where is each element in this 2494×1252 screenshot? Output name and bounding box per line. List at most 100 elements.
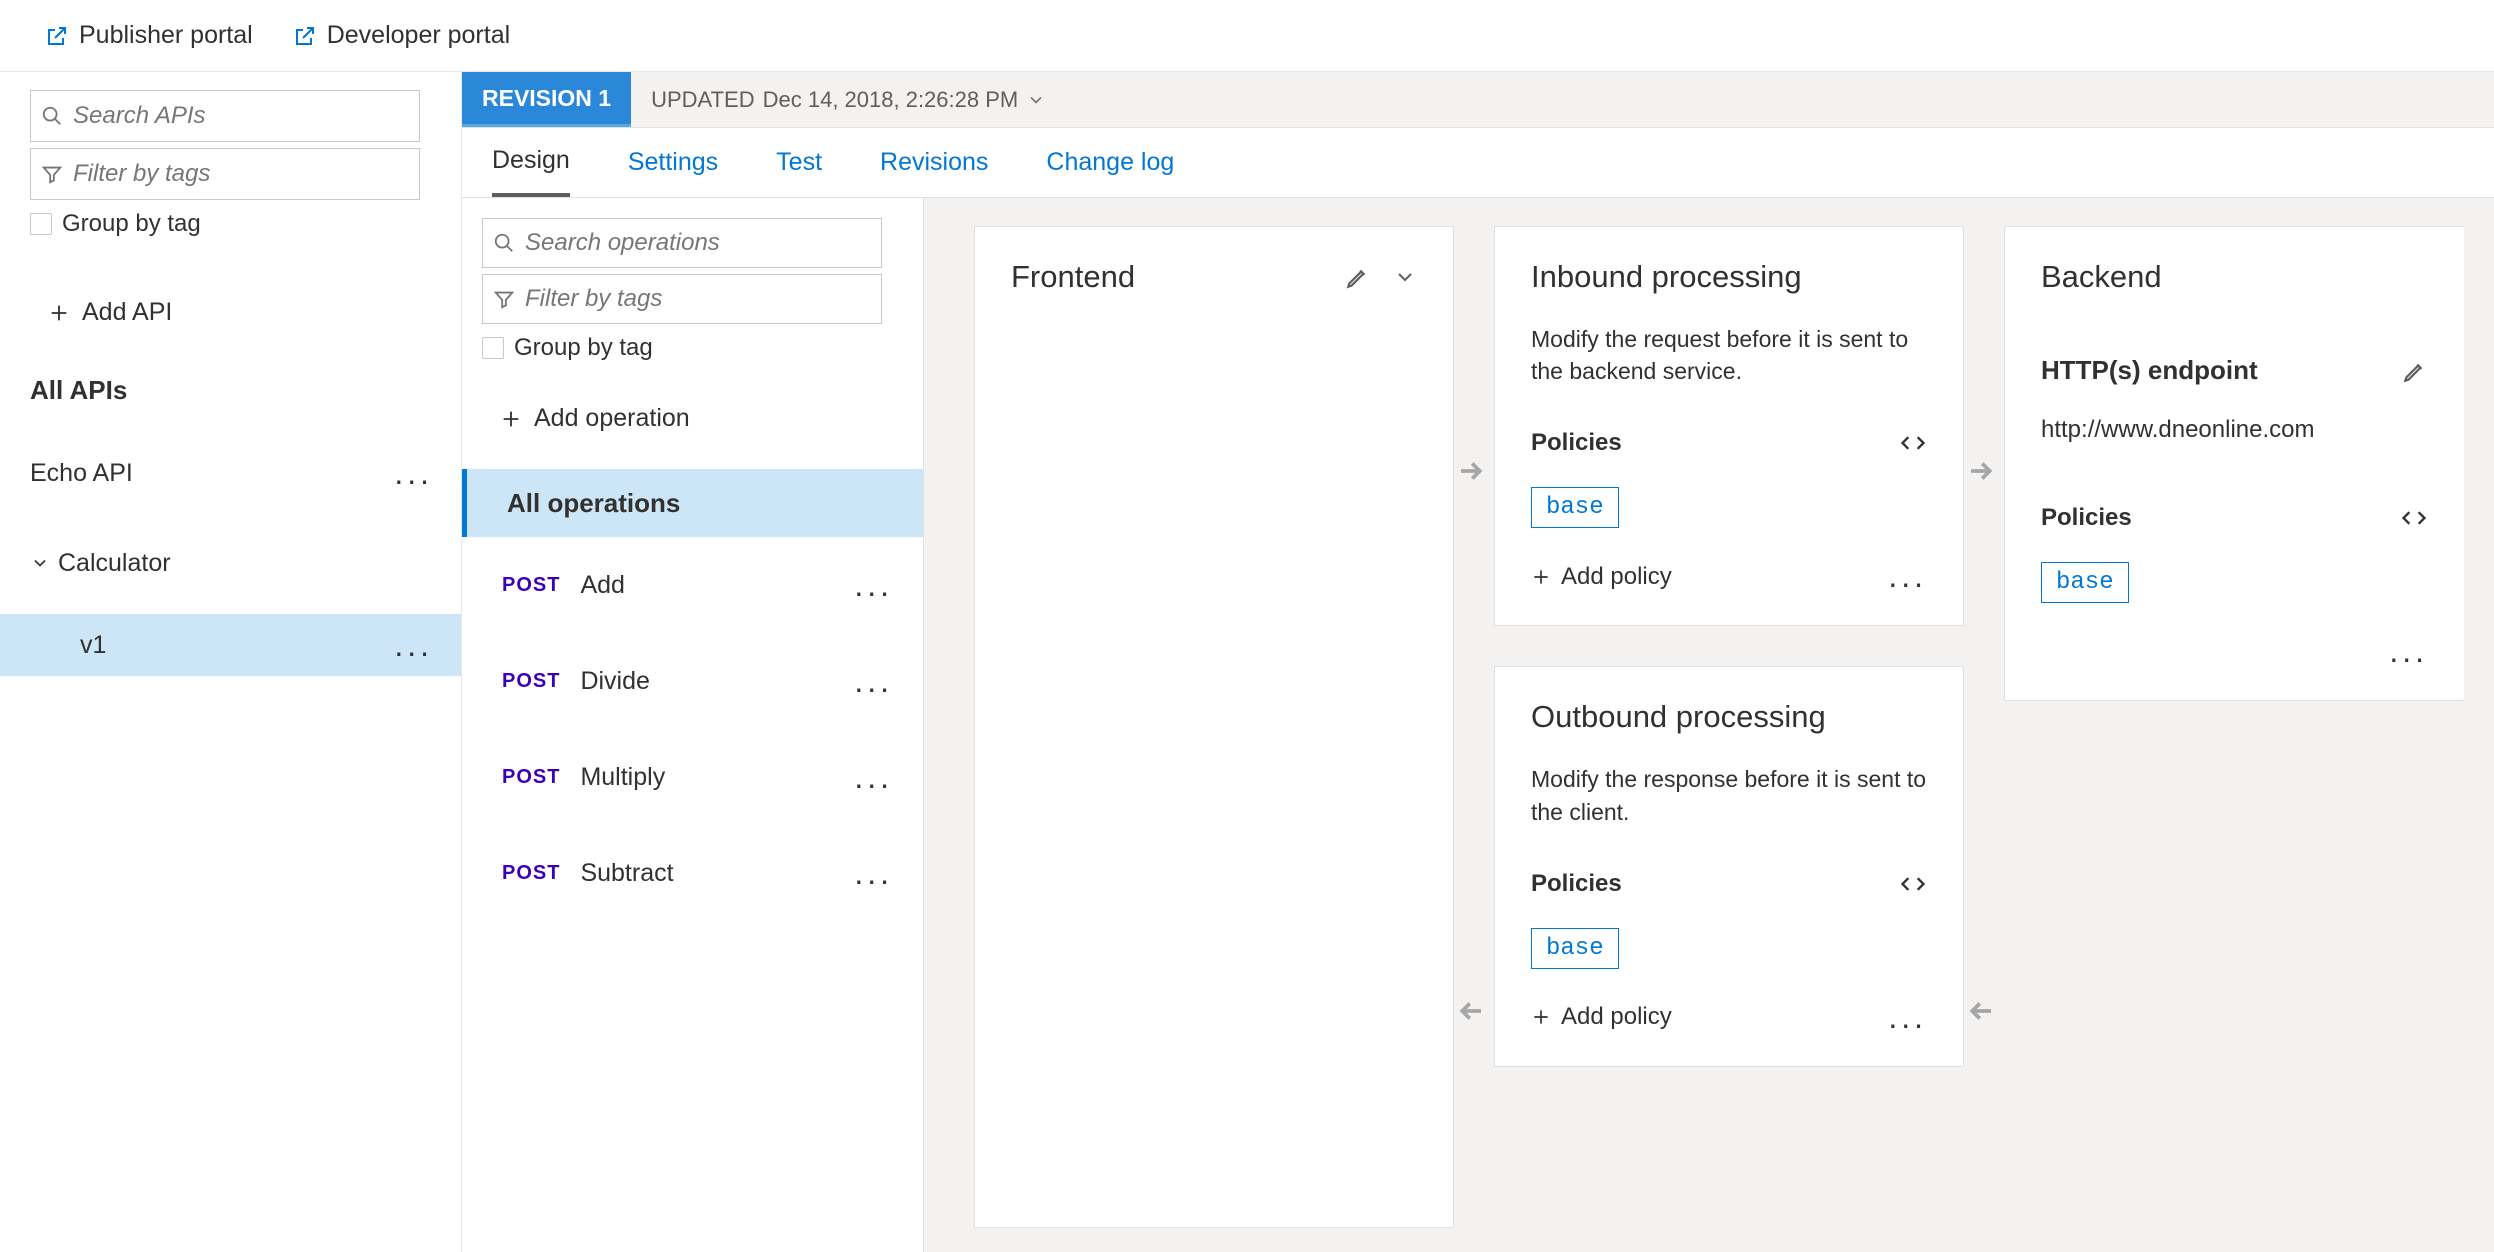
tab-design[interactable]: Design xyxy=(492,128,570,197)
topbar: Publisher portal Developer portal xyxy=(0,0,2494,72)
search-icon xyxy=(493,232,515,254)
ops-group-by-tag-row[interactable]: Group by tag xyxy=(482,334,923,362)
code-icon[interactable] xyxy=(2400,504,2428,532)
plus-icon xyxy=(1531,567,1551,587)
inbound-card: Inbound processing Modify the request be… xyxy=(1494,226,1964,626)
more-icon[interactable]: ... xyxy=(1888,999,1927,1036)
add-policy-label: Add policy xyxy=(1561,563,1672,591)
operation-row[interactable]: POST Add ... xyxy=(462,537,923,633)
code-icon[interactable] xyxy=(1899,870,1927,898)
http-verb: POST xyxy=(502,574,560,597)
more-icon[interactable]: ... xyxy=(394,455,433,492)
tab-revisions[interactable]: Revisions xyxy=(880,128,988,197)
frontend-card: Frontend xyxy=(974,226,1454,1228)
base-policy-tag[interactable]: base xyxy=(2041,562,2129,603)
external-link-icon xyxy=(293,24,317,48)
filter-icon xyxy=(41,163,63,185)
backend-card: Backend HTTP(s) endpoint http://www.dneo… xyxy=(2004,226,2464,701)
more-icon[interactable]: ... xyxy=(854,567,893,604)
api-sidebar: Group by tag Add API All APIs Echo API .… xyxy=(0,72,462,1252)
operations-panel: Group by tag Add operation All operation… xyxy=(462,198,924,1252)
filter-ops-input[interactable] xyxy=(525,285,871,313)
policies-label: Policies xyxy=(2041,504,2132,532)
add-operation-label: Add operation xyxy=(534,404,690,433)
main: Group by tag Add API All APIs Echo API .… xyxy=(0,72,2494,1252)
edit-icon[interactable] xyxy=(2402,358,2428,384)
more-icon[interactable]: ... xyxy=(394,627,433,664)
external-link-icon xyxy=(45,24,69,48)
arrow-right-icon xyxy=(1456,456,1486,486)
right-area: REVISION 1 UPDATED Dec 14, 2018, 2:26:28… xyxy=(462,72,2494,1252)
tab-test[interactable]: Test xyxy=(776,128,822,197)
chevron-down-icon xyxy=(1026,90,1046,110)
backend-url: http://www.dneonline.com xyxy=(2041,416,2428,444)
add-operation-button[interactable]: Add operation xyxy=(500,404,923,433)
search-ops-input[interactable] xyxy=(525,229,871,257)
ops-group-by-tag-checkbox[interactable] xyxy=(482,337,504,359)
code-icon[interactable] xyxy=(1899,429,1927,457)
add-policy-label: Add policy xyxy=(1561,1003,1672,1031)
api-item-label: Calculator xyxy=(58,549,171,578)
more-icon[interactable]: ... xyxy=(1888,558,1927,595)
revision-bar: REVISION 1 UPDATED Dec 14, 2018, 2:26:28… xyxy=(462,72,2494,128)
plus-icon xyxy=(1531,1007,1551,1027)
filter-apis-input-wrap[interactable] xyxy=(30,148,420,200)
design-canvas: Frontend xyxy=(924,198,2494,1252)
search-apis-input[interactable] xyxy=(73,102,409,130)
base-policy-tag[interactable]: base xyxy=(1531,487,1619,528)
plus-icon xyxy=(48,302,70,324)
filter-icon xyxy=(493,288,515,310)
add-policy-button[interactable]: Add policy xyxy=(1531,563,1672,591)
outbound-card: Outbound processing Modify the response … xyxy=(1494,666,1964,1066)
publisher-portal-link[interactable]: Publisher portal xyxy=(45,21,253,50)
frontend-title: Frontend xyxy=(1011,259,1135,295)
search-ops-wrap[interactable] xyxy=(482,218,882,268)
group-by-tag-row[interactable]: Group by tag xyxy=(30,210,461,238)
updated-prefix: UPDATED xyxy=(651,87,755,113)
api-version-v1[interactable]: v1 ... xyxy=(0,614,461,676)
filter-apis-input[interactable] xyxy=(73,160,409,188)
api-item-echo[interactable]: Echo API ... xyxy=(0,442,461,504)
inbound-title: Inbound processing xyxy=(1531,259,1927,295)
chevron-down-icon[interactable] xyxy=(1393,265,1417,289)
api-version-label: v1 xyxy=(80,631,106,660)
operation-row[interactable]: POST Multiply ... xyxy=(462,729,923,825)
group-by-tag-label: Group by tag xyxy=(62,210,201,238)
filter-ops-wrap[interactable] xyxy=(482,274,882,324)
all-operations-item[interactable]: All operations xyxy=(462,469,923,537)
arrow-right-icon xyxy=(1966,456,1996,486)
add-policy-button[interactable]: Add policy xyxy=(1531,1003,1672,1031)
more-icon[interactable]: ... xyxy=(854,855,893,892)
policies-label: Policies xyxy=(1531,870,1622,898)
api-item-calculator[interactable]: Calculator xyxy=(0,532,461,594)
operation-row[interactable]: POST Subtract ... xyxy=(462,825,923,921)
chevron-down-icon xyxy=(30,553,50,573)
more-icon[interactable]: ... xyxy=(854,663,893,700)
tab-changelog[interactable]: Change log xyxy=(1046,128,1174,197)
revision-updated[interactable]: UPDATED Dec 14, 2018, 2:26:28 PM xyxy=(631,72,1066,127)
more-icon[interactable]: ... xyxy=(854,759,893,796)
all-apis-header[interactable]: All APIs xyxy=(30,375,461,406)
http-verb: POST xyxy=(502,766,560,789)
operation-row[interactable]: POST Divide ... xyxy=(462,633,923,729)
outbound-desc: Modify the response before it is sent to… xyxy=(1531,763,1927,827)
edit-icon[interactable] xyxy=(1345,264,1371,290)
developer-portal-link[interactable]: Developer portal xyxy=(293,21,510,50)
updated-time: Dec 14, 2018, 2:26:28 PM xyxy=(763,87,1019,113)
operation-name: Multiply xyxy=(580,763,665,792)
policies-label: Policies xyxy=(1531,429,1622,457)
developer-portal-label: Developer portal xyxy=(327,21,510,50)
operation-name: Subtract xyxy=(580,859,673,888)
more-icon[interactable]: ... xyxy=(2389,633,2428,670)
base-policy-tag[interactable]: base xyxy=(1531,928,1619,969)
backend-title: Backend xyxy=(2041,259,2428,295)
group-by-tag-checkbox[interactable] xyxy=(30,213,52,235)
plus-icon xyxy=(500,408,522,430)
revision-badge[interactable]: REVISION 1 xyxy=(462,72,631,127)
http-verb: POST xyxy=(502,862,560,885)
api-item-label: Echo API xyxy=(30,459,133,488)
inbound-desc: Modify the request before it is sent to … xyxy=(1531,323,1927,387)
add-api-button[interactable]: Add API xyxy=(48,298,461,327)
search-apis-input-wrap[interactable] xyxy=(30,90,420,142)
tab-settings[interactable]: Settings xyxy=(628,128,718,197)
